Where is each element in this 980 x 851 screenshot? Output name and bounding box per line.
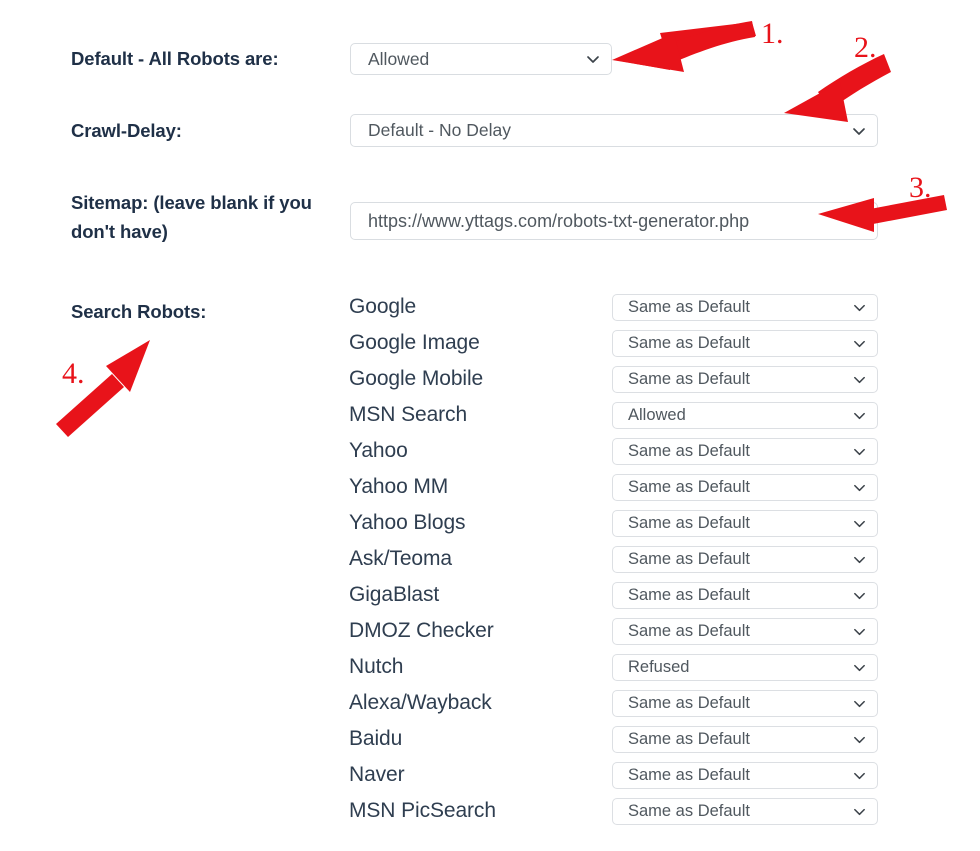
robot-row: Google Same as Default: [0, 292, 980, 328]
robot-permission-value: Refused: [628, 658, 690, 676]
robot-name: Naver: [349, 763, 405, 786]
robot-permission-select[interactable]: Same as Default: [612, 726, 878, 753]
robot-permission-value: Same as Default: [628, 802, 750, 820]
robot-permission-select[interactable]: Same as Default: [612, 366, 878, 393]
robot-permission-select[interactable]: Allowed: [612, 402, 878, 429]
robot-name: Yahoo Blogs: [349, 511, 466, 534]
annotation-arrow-1: [612, 21, 756, 72]
robot-permission-value: Same as Default: [628, 442, 750, 460]
robot-permission-value: Same as Default: [628, 370, 750, 388]
default-robots-select[interactable]: Allowed: [350, 43, 612, 75]
robot-permission-select[interactable]: Same as Default: [612, 438, 878, 465]
robot-row: Baidu Same as Default: [0, 724, 980, 760]
robot-row: MSN PicSearch Same as Default: [0, 796, 980, 832]
default-robots-label: Default - All Robots are:: [71, 48, 279, 69]
robot-row: Google Mobile Same as Default: [0, 364, 980, 400]
chevron-down-icon: [852, 624, 868, 640]
robot-permission-select[interactable]: Same as Default: [612, 510, 878, 537]
chevron-down-icon: [852, 588, 868, 604]
robot-name: MSN PicSearch: [349, 799, 496, 822]
robot-row: Yahoo MM Same as Default: [0, 472, 980, 508]
robot-permission-value: Same as Default: [628, 478, 750, 496]
robot-name: Nutch: [349, 655, 404, 678]
robot-permission-value: Allowed: [628, 406, 686, 424]
sitemap-input-value: https://www.yttags.com/robots-txt-genera…: [368, 210, 750, 231]
sitemap-input[interactable]: https://www.yttags.com/robots-txt-genera…: [350, 202, 878, 240]
robot-name: Google Mobile: [349, 367, 484, 390]
robot-permission-value: Same as Default: [628, 694, 750, 712]
robot-permission-select[interactable]: Same as Default: [612, 294, 878, 321]
robot-name: Yahoo MM: [349, 475, 449, 498]
robot-row: Alexa/Wayback Same as Default: [0, 688, 980, 724]
robot-permission-select[interactable]: Refused: [612, 654, 878, 681]
robot-permission-value: Same as Default: [628, 622, 750, 640]
chevron-down-icon: [851, 123, 867, 139]
search-robots-list: Google Same as Default Google Image Same as…: [0, 292, 980, 832]
robot-row: MSN Search Allowed: [0, 400, 980, 436]
chevron-down-icon: [852, 804, 868, 820]
robot-row: Yahoo Blogs Same as Default: [0, 508, 980, 544]
annotation-number-2: 2.: [854, 31, 877, 64]
chevron-down-icon: [852, 768, 868, 784]
chevron-down-icon: [585, 51, 601, 67]
robot-permission-value: Same as Default: [628, 730, 750, 748]
robot-permission-value: Same as Default: [628, 334, 750, 352]
robot-name: Ask/Teoma: [349, 547, 452, 570]
robot-row: Ask/Teoma Same as Default: [0, 544, 980, 580]
robot-row: GigaBlast Same as Default: [0, 580, 980, 616]
robot-permission-value: Same as Default: [628, 514, 750, 532]
annotation-number-1: 1.: [761, 17, 784, 50]
robot-row: DMOZ Checker Same as Default: [0, 616, 980, 652]
robot-row: Naver Same as Default: [0, 760, 980, 796]
robots-txt-generator-form: Default - All Robots are: Allowed Crawl-…: [0, 0, 980, 851]
chevron-down-icon: [852, 660, 868, 676]
chevron-down-icon: [852, 480, 868, 496]
chevron-down-icon: [852, 732, 868, 748]
robot-permission-select[interactable]: Same as Default: [612, 762, 878, 789]
robot-name: Baidu: [349, 727, 403, 750]
robot-name: DMOZ Checker: [349, 619, 494, 642]
robot-permission-select[interactable]: Same as Default: [612, 474, 878, 501]
robot-name: Alexa/Wayback: [349, 691, 492, 714]
chevron-down-icon: [852, 372, 868, 388]
robot-row: Google Image Same as Default: [0, 328, 980, 364]
robot-row: Yahoo Same as Default: [0, 436, 980, 472]
robot-permission-value: Same as Default: [628, 766, 750, 784]
robot-permission-value: Same as Default: [628, 586, 750, 604]
sitemap-label: Sitemap: (leave blank if you don't have): [71, 192, 312, 242]
crawl-delay-select-value: Default - No Delay: [368, 120, 511, 140]
robot-row: Nutch Refused: [0, 652, 980, 688]
robot-permission-select[interactable]: Same as Default: [612, 546, 878, 573]
chevron-down-icon: [852, 300, 868, 316]
robot-name: Google: [349, 295, 417, 318]
robot-name: Yahoo: [349, 439, 408, 462]
robot-permission-select[interactable]: Same as Default: [612, 618, 878, 645]
robot-name: GigaBlast: [349, 583, 440, 606]
robot-permission-value: Same as Default: [628, 550, 750, 568]
annotation-arrow-2: [784, 54, 891, 122]
robot-permission-select[interactable]: Same as Default: [612, 582, 878, 609]
crawl-delay-select[interactable]: Default - No Delay: [350, 114, 878, 147]
chevron-down-icon: [852, 552, 868, 568]
chevron-down-icon: [852, 408, 868, 424]
robot-permission-select[interactable]: Same as Default: [612, 690, 878, 717]
default-robots-select-value: Allowed: [368, 48, 430, 69]
annotation-number-3: 3.: [909, 171, 932, 204]
robot-permission-value: Same as Default: [628, 298, 750, 316]
chevron-down-icon: [852, 516, 868, 532]
crawl-delay-label: Crawl-Delay:: [71, 120, 182, 141]
robot-permission-select[interactable]: Same as Default: [612, 330, 878, 357]
chevron-down-icon: [852, 444, 868, 460]
robot-name: Google Image: [349, 331, 480, 354]
robot-name: MSN Search: [349, 403, 468, 426]
chevron-down-icon: [852, 336, 868, 352]
chevron-down-icon: [852, 696, 868, 712]
robot-permission-select[interactable]: Same as Default: [612, 798, 878, 825]
